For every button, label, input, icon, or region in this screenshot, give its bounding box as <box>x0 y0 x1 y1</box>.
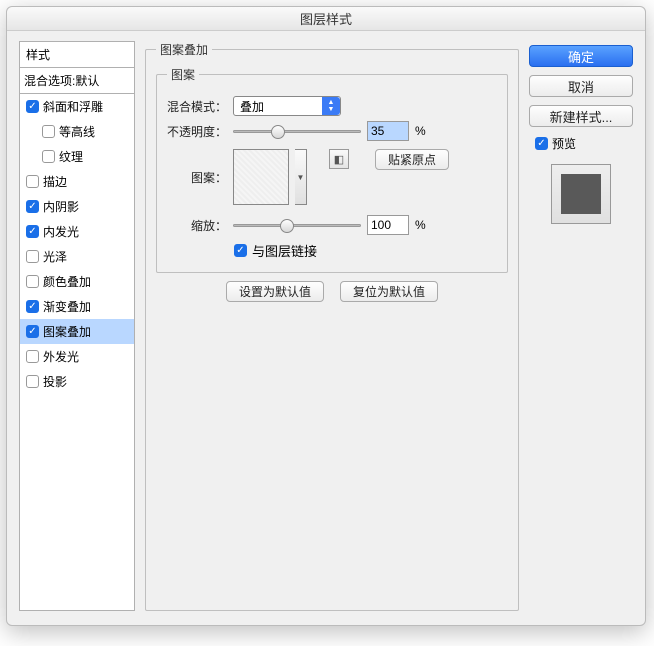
pattern-legend: 图案 <box>167 66 199 83</box>
style-checkbox[interactable] <box>42 125 55 138</box>
pattern-dropdown[interactable]: ▼ <box>295 149 307 205</box>
style-item-3[interactable]: 描边 <box>20 169 134 194</box>
style-checkbox[interactable] <box>26 350 39 363</box>
style-item-1[interactable]: 等高线 <box>20 119 134 144</box>
style-label: 纹理 <box>59 148 83 165</box>
style-checkbox[interactable] <box>26 175 39 188</box>
style-checkbox[interactable] <box>26 325 39 338</box>
style-label: 颜色叠加 <box>43 273 91 290</box>
scale-label: 缩放： <box>167 217 227 234</box>
link-with-layer-label: 与图层链接 <box>252 241 317 260</box>
preview-swatch <box>551 164 611 224</box>
style-label: 图案叠加 <box>43 323 91 340</box>
percent-label: % <box>415 124 426 138</box>
scale-input[interactable] <box>367 215 409 235</box>
style-checkbox[interactable] <box>26 200 39 213</box>
snap-origin-button[interactable]: 贴紧原点 <box>375 149 449 170</box>
style-label: 渐变叠加 <box>43 298 91 315</box>
pattern-overlay-fieldset: 图案叠加 图案 混合模式： 叠加 ▲▼ 不透明度： <box>145 41 519 611</box>
style-checkbox[interactable] <box>26 225 39 238</box>
style-label: 描边 <box>43 173 67 190</box>
style-checkbox[interactable] <box>42 150 55 163</box>
reset-default-button[interactable]: 复位为默认值 <box>340 281 438 302</box>
link-with-layer-checkbox[interactable] <box>234 244 247 257</box>
blend-options-default[interactable]: 混合选项:默认 <box>19 67 135 94</box>
style-label: 光泽 <box>43 248 67 265</box>
percent-label-2: % <box>415 218 426 232</box>
preview-label: 预览 <box>552 135 576 152</box>
style-label: 内发光 <box>43 223 79 240</box>
dialog-body: 样式 混合选项:默认 斜面和浮雕等高线纹理描边内阴影内发光光泽颜色叠加渐变叠加图… <box>7 31 645 625</box>
pattern-swatch[interactable] <box>233 149 289 205</box>
style-item-9[interactable]: 图案叠加 <box>20 319 134 344</box>
opacity-label: 不透明度： <box>167 123 227 140</box>
styles-list: 斜面和浮雕等高线纹理描边内阴影内发光光泽颜色叠加渐变叠加图案叠加外发光投影 <box>19 94 135 611</box>
style-label: 外发光 <box>43 348 79 365</box>
style-item-10[interactable]: 外发光 <box>20 344 134 369</box>
new-style-button[interactable]: 新建样式... <box>529 105 633 127</box>
blend-mode-value: 叠加 <box>240 98 264 115</box>
style-label: 斜面和浮雕 <box>43 98 103 115</box>
blend-mode-combo[interactable]: 叠加 ▲▼ <box>233 96 341 116</box>
style-label: 内阴影 <box>43 198 79 215</box>
set-default-button[interactable]: 设置为默认值 <box>226 281 324 302</box>
center-panel: 图案叠加 图案 混合模式： 叠加 ▲▼ 不透明度： <box>145 41 519 611</box>
updown-arrows-icon: ▲▼ <box>322 97 340 115</box>
style-item-8[interactable]: 渐变叠加 <box>20 294 134 319</box>
style-checkbox[interactable] <box>26 300 39 313</box>
styles-header[interactable]: 样式 <box>19 41 135 67</box>
style-item-2[interactable]: 纹理 <box>20 144 134 169</box>
style-checkbox[interactable] <box>26 275 39 288</box>
pattern-label: 图案： <box>167 149 227 186</box>
style-item-4[interactable]: 内阴影 <box>20 194 134 219</box>
style-label: 投影 <box>43 373 67 390</box>
blend-mode-label: 混合模式： <box>167 98 227 115</box>
opacity-input[interactable] <box>367 121 409 141</box>
pattern-overlay-legend: 图案叠加 <box>156 41 212 58</box>
cancel-button[interactable]: 取消 <box>529 75 633 97</box>
window-title: 图层样式 <box>300 9 352 28</box>
scale-slider[interactable] <box>233 218 361 232</box>
style-item-6[interactable]: 光泽 <box>20 244 134 269</box>
style-item-7[interactable]: 颜色叠加 <box>20 269 134 294</box>
preview-checkbox[interactable] <box>535 137 548 150</box>
style-checkbox[interactable] <box>26 100 39 113</box>
right-panel: 确定 取消 新建样式... 预览 <box>529 41 633 611</box>
preview-inner <box>561 174 601 214</box>
style-item-5[interactable]: 内发光 <box>20 219 134 244</box>
style-item-11[interactable]: 投影 <box>20 369 134 394</box>
style-item-0[interactable]: 斜面和浮雕 <box>20 94 134 119</box>
opacity-slider[interactable] <box>233 124 361 138</box>
layer-style-dialog: 图层样式 样式 混合选项:默认 斜面和浮雕等高线纹理描边内阴影内发光光泽颜色叠加… <box>6 6 646 626</box>
style-checkbox[interactable] <box>26 375 39 388</box>
styles-panel: 样式 混合选项:默认 斜面和浮雕等高线纹理描边内阴影内发光光泽颜色叠加渐变叠加图… <box>19 41 135 611</box>
create-pattern-icon[interactable]: ◧ <box>329 149 349 169</box>
titlebar: 图层样式 <box>7 7 645 31</box>
style-label: 等高线 <box>59 123 95 140</box>
ok-button[interactable]: 确定 <box>529 45 633 67</box>
style-checkbox[interactable] <box>26 250 39 263</box>
pattern-fieldset: 图案 混合模式： 叠加 ▲▼ 不透明度： <box>156 66 508 273</box>
